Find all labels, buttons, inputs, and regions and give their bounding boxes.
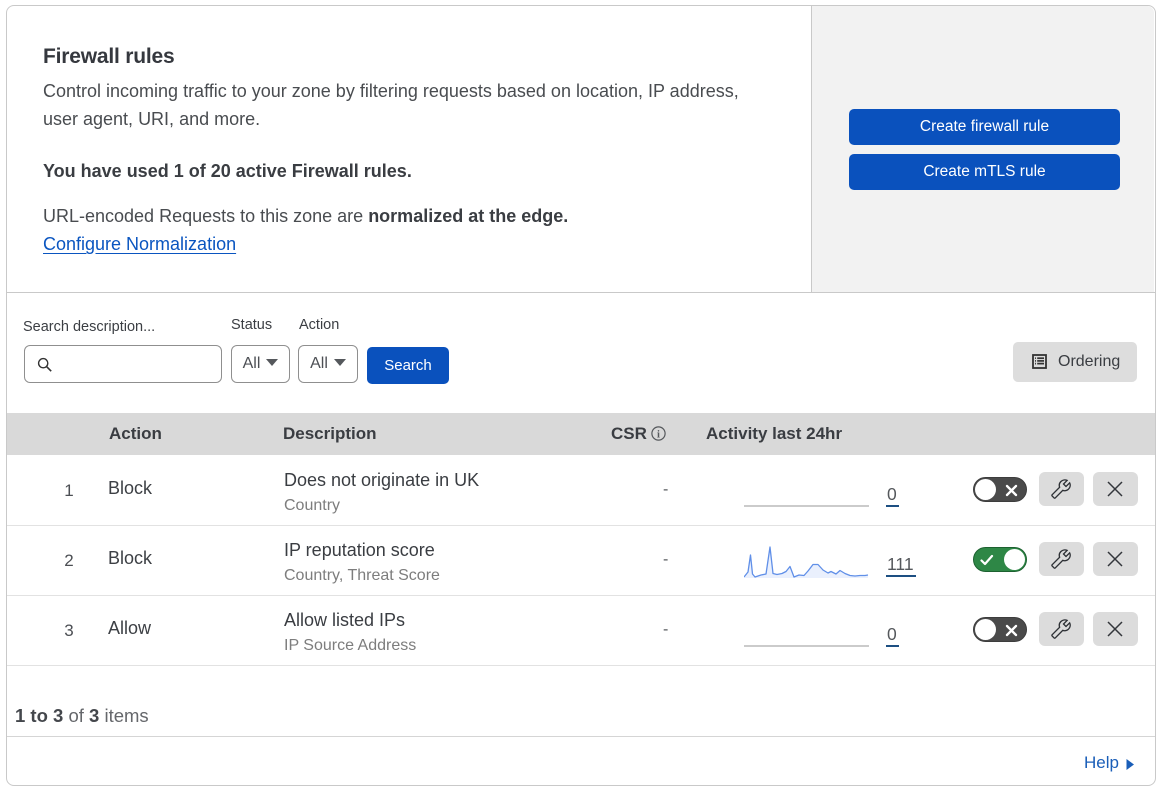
svg-text:i: i	[657, 429, 660, 440]
